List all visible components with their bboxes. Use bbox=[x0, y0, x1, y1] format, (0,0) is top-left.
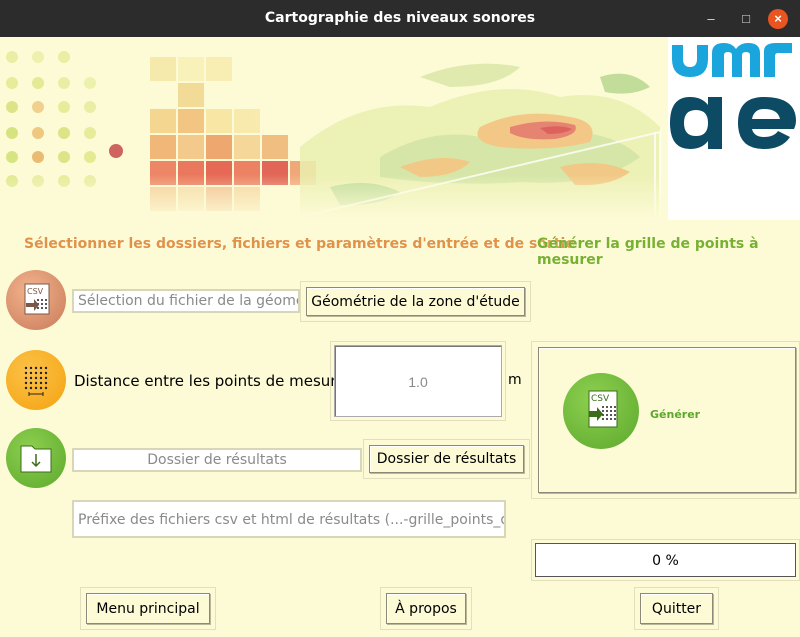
results-folder-button[interactable]: Dossier de résultats bbox=[369, 445, 524, 473]
results-button-frame: Dossier de résultats bbox=[363, 439, 530, 479]
quit-button[interactable]: Quitter bbox=[640, 593, 713, 624]
main-menu-button[interactable]: Menu principal bbox=[86, 593, 210, 624]
progress-frame: 0 % bbox=[531, 539, 800, 581]
distance-input-frame: 1.0 bbox=[330, 341, 506, 421]
menu-button-frame: Menu principal bbox=[80, 587, 216, 630]
quit-button-frame: Quitter bbox=[634, 587, 719, 630]
left-section-title: Sélectionner les dossiers, fichiers et p… bbox=[24, 236, 575, 252]
generate-button[interactable]: CSV Générer bbox=[538, 347, 796, 493]
results-prefix-field[interactable]: Préfixe des fichiers csv et html de résu… bbox=[72, 500, 506, 538]
distance-label: Distance entre les points de mesure bbox=[74, 372, 346, 390]
close-icon[interactable]: × bbox=[768, 9, 788, 29]
title-bar: Cartographie des niveaux sonores – □ × bbox=[0, 0, 800, 37]
distance-input[interactable]: 1.0 bbox=[334, 345, 502, 417]
results-folder-placeholder: Dossier de résultats bbox=[147, 452, 287, 468]
generate-label: Générer bbox=[650, 408, 701, 421]
results-folder-field[interactable]: Dossier de résultats bbox=[72, 448, 362, 472]
header-banner bbox=[0, 37, 800, 220]
svg-text:CSV: CSV bbox=[27, 287, 44, 296]
svg-text:CSV: CSV bbox=[591, 394, 610, 404]
window-title: Cartographie des niveaux sonores bbox=[264, 10, 536, 26]
csv-import-icon: CSV bbox=[6, 270, 66, 330]
generate-csv-icon: CSV bbox=[563, 373, 639, 449]
results-prefix-placeholder: Préfixe des fichiers csv et html de résu… bbox=[78, 512, 504, 528]
geometry-file-placeholder: Sélection du fichier de la géométrie bbox=[78, 293, 298, 309]
about-button-frame: À propos bbox=[380, 587, 472, 630]
minimize-icon[interactable]: – bbox=[701, 9, 721, 29]
generate-panel: CSV Générer bbox=[531, 341, 800, 499]
about-button[interactable]: À propos bbox=[386, 593, 466, 624]
noise-map-illustration bbox=[0, 37, 800, 220]
geometry-file-field[interactable]: Sélection du fichier de la géométrie bbox=[72, 289, 300, 313]
maximize-icon[interactable]: □ bbox=[736, 9, 756, 29]
distance-value: 1.0 bbox=[408, 374, 428, 390]
progress-bar: 0 % bbox=[535, 543, 796, 577]
geometry-button[interactable]: Géométrie de la zone d'étude bbox=[306, 287, 525, 316]
progress-text: 0 % bbox=[652, 553, 679, 569]
right-section-title: Générer la grille de points à mesurer bbox=[537, 236, 759, 268]
geometry-button-frame: Géométrie de la zone d'étude bbox=[300, 281, 531, 322]
folder-download-icon bbox=[6, 428, 66, 488]
umrae-logo bbox=[668, 37, 800, 220]
distance-unit: m bbox=[508, 372, 522, 388]
grid-points-icon bbox=[6, 350, 66, 410]
